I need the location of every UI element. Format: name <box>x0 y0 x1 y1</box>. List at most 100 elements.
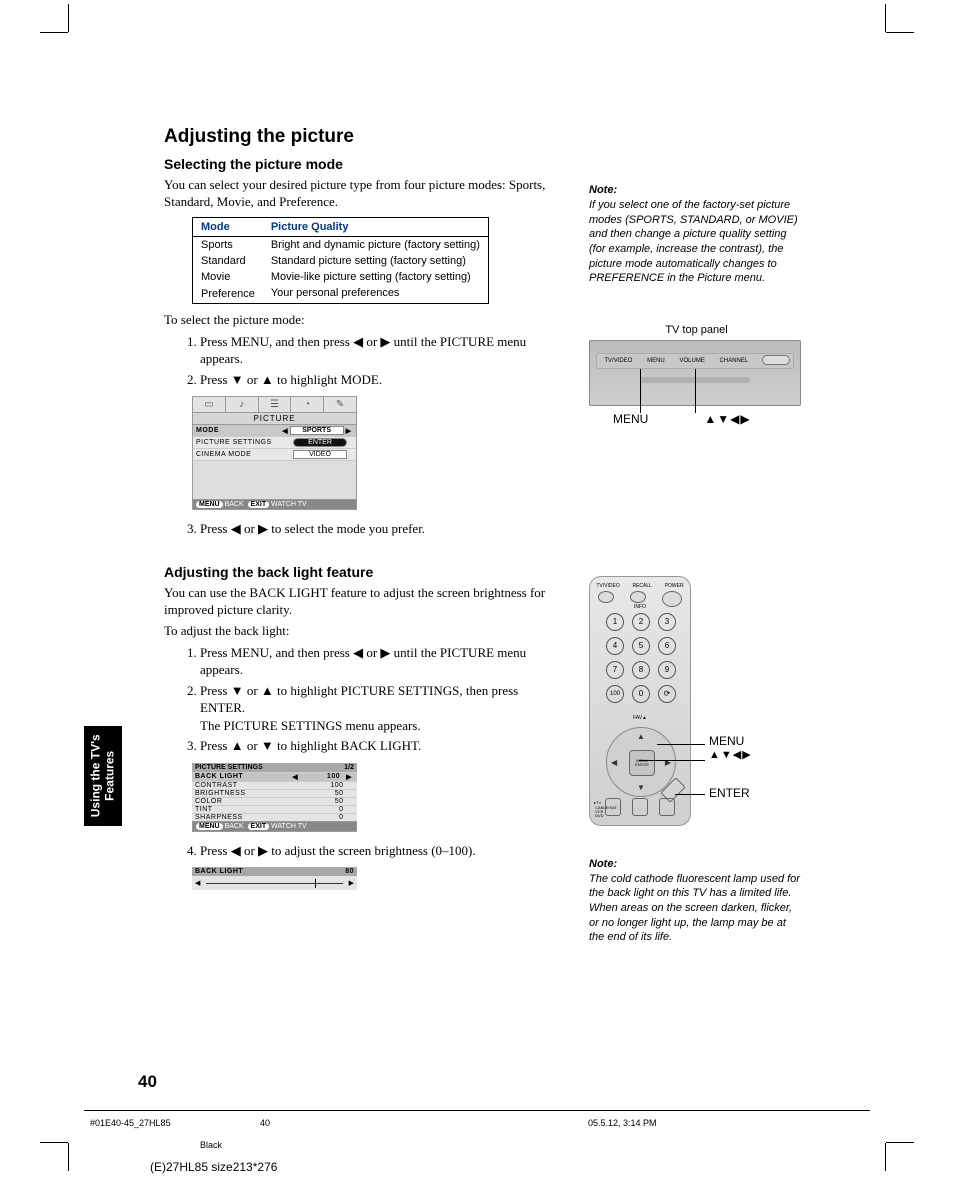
left-arrow-icon: ◀ <box>280 427 289 435</box>
callout-arrows: ▲▼◀▶ <box>704 412 750 426</box>
table-header-mode: Mode <box>193 217 263 236</box>
table-cell: Movie-like picture setting (factory sett… <box>263 269 489 285</box>
mode-table: Mode Picture Quality SportsBright and dy… <box>192 217 489 304</box>
lead-text: To adjust the back light: <box>164 623 554 640</box>
remote-button <box>598 591 614 603</box>
remote-button <box>630 591 646 603</box>
callout-line <box>640 369 641 413</box>
note-label: Note: <box>589 184 804 196</box>
crop-mark <box>40 1103 80 1143</box>
remote-num-button: 6 <box>658 637 676 655</box>
footer-filename: #01E40-45_27HL85 <box>90 1118 171 1128</box>
callout-line <box>675 794 705 795</box>
osd-row-value: VIDEO <box>293 450 347 459</box>
left-arrow-icon: ◀ <box>611 758 617 767</box>
callout-line <box>657 744 705 745</box>
osd-tab-icon: ◔ <box>291 397 324 412</box>
section-title: Selecting the picture mode <box>164 156 554 172</box>
table-cell: Standard <box>193 253 263 269</box>
remote-num-button: 5 <box>632 637 650 655</box>
table-cell: Preference <box>193 285 263 304</box>
osd-row-label: CINEMA MODE <box>196 451 293 458</box>
callout-label: ENTER <box>709 786 750 800</box>
remote-num-button: 3 <box>658 613 676 631</box>
remote-num-button: 4 <box>606 637 624 655</box>
callout-line <box>695 369 696 413</box>
osd-tab-icon: ☰ <box>259 397 292 412</box>
remote-diagram: TV/VIDEO RECALL POWER INFO 1 2 3 4 <box>589 576 691 826</box>
footer-page: 40 <box>260 1118 270 1128</box>
right-arrow-icon: ▶ <box>349 879 354 887</box>
right-arrow-icon: ▶ <box>344 773 354 781</box>
right-arrow-icon: ▶ <box>344 427 353 435</box>
table-cell: Movie <box>193 269 263 285</box>
step: Press ◀ or ▶ to select the mode you pref… <box>200 520 554 538</box>
osd-row-value: SPORTS <box>290 426 344 435</box>
step: Press ▼ or ▲ to highlight MODE. <box>200 371 554 389</box>
remote-button <box>632 798 648 816</box>
remote-menu-enter-button: MENU ENTER <box>629 750 655 776</box>
intro-text: You can use the BACK LIGHT feature to ad… <box>164 585 554 619</box>
step: Press MENU, and then press ◀ or ▶ until … <box>200 333 554 368</box>
footer-size: (E)27HL85 size213*276 <box>150 1160 277 1174</box>
remote-num-button: ⟳ <box>658 685 676 703</box>
osd-row-value: 100 <box>300 773 344 780</box>
osd-slider-backlight: BACK LIGHT 80 ◀ ▶ <box>192 867 357 890</box>
callout-line <box>639 760 705 761</box>
osd-row-label: MODE <box>196 427 280 434</box>
tv-panel-diagram: TV/VIDEO MENU VOLUME CHANNEL POWER <box>589 340 801 406</box>
remote-num-button: 7 <box>606 661 624 679</box>
crop-mark <box>874 32 914 72</box>
remote-num-button: 9 <box>658 661 676 679</box>
footer-timestamp: 05.5.12, 3:14 PM <box>588 1118 657 1128</box>
tv-panel-title: TV top panel <box>589 324 804 336</box>
remote-num-button: 0 <box>632 685 650 703</box>
lead-text: To select the picture mode: <box>164 312 554 329</box>
up-arrow-icon: ▲ <box>637 732 645 741</box>
table-cell: Your personal preferences <box>263 285 489 304</box>
section-title: Adjusting the back light feature <box>164 564 554 580</box>
table-header-quality: Picture Quality <box>263 217 489 236</box>
osd-screenshot-picture: ▭ ♪ ☰ ◔ ✎ PICTURE MODE ◀ SPORTS ▶ PICTUR… <box>192 396 357 510</box>
step: Press ◀ or ▶ to adjust the screen bright… <box>200 842 554 860</box>
footer-color: Black <box>200 1140 222 1150</box>
osd-title: PICTURE <box>192 412 357 425</box>
crop-mark <box>874 1103 914 1143</box>
left-arrow-icon: ◀ <box>195 879 200 887</box>
osd-row-value: ENTER <box>293 438 347 447</box>
osd-tab-icon: ✎ <box>324 397 356 412</box>
osd-tab-icon: ♪ <box>226 397 259 412</box>
osd-row-label: PICTURE SETTINGS <box>196 439 293 446</box>
remote-mode-labels: ▸TV CABLE/SAT VCR DVD <box>594 801 617 819</box>
page-number: 40 <box>138 1072 157 1092</box>
callout-arrows: ▲▼◀▶ <box>709 748 752 761</box>
callout-label: MENU <box>613 412 648 426</box>
note-text: If you select one of the factory-set pic… <box>589 198 804 286</box>
table-cell: Standard picture setting (factory settin… <box>263 253 489 269</box>
note-label: Note: <box>589 858 804 870</box>
footer-rule <box>84 1110 870 1111</box>
down-arrow-icon: ▼ <box>637 783 645 792</box>
osd-footer: MENU BACK EXIT WATCH TV <box>192 821 357 832</box>
step: Press ▼ or ▲ to highlight PICTURE SETTIN… <box>200 682 554 735</box>
osd-tab-icon: ▭ <box>193 397 226 412</box>
table-cell: Sports <box>193 236 263 253</box>
step: Press MENU, and then press ◀ or ▶ until … <box>200 644 554 679</box>
callout-label: MENU <box>709 734 752 748</box>
step: Press ▲ or ▼ to highlight BACK LIGHT. <box>200 737 554 755</box>
osd-footer: MENU BACK EXIT WATCH TV <box>192 499 357 510</box>
left-arrow-icon: ◀ <box>290 773 300 781</box>
remote-num-button: 2 <box>632 613 650 631</box>
crop-mark <box>40 32 80 72</box>
note-text: The cold cathode fluorescent lamp used f… <box>589 872 804 945</box>
remote-num-button: 8 <box>632 661 650 679</box>
page-title: Adjusting the picture <box>164 126 554 148</box>
table-cell: Bright and dynamic picture (factory sett… <box>263 236 489 253</box>
remote-button <box>659 798 675 816</box>
chapter-tab: Using the TV'sFeatures <box>84 726 122 826</box>
osd-screenshot-picture-settings: PICTURE SETTINGS 1/2 BACK LIGHT ◀ 100 ▶ … <box>192 763 357 832</box>
remote-num-button: 100 <box>606 685 624 703</box>
osd-row-label: BACK LIGHT <box>195 773 290 780</box>
intro-text: You can select your desired picture type… <box>164 177 554 211</box>
remote-num-button: 1 <box>606 613 624 631</box>
